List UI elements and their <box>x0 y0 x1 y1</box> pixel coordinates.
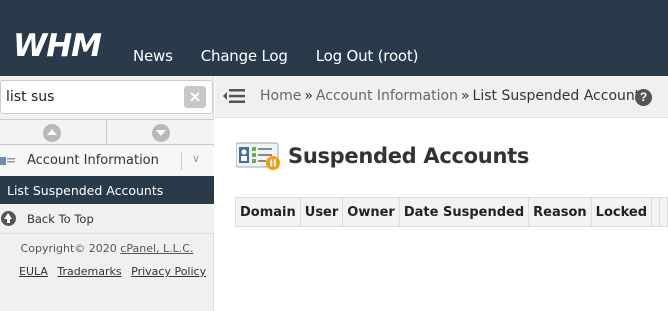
chevron-up-icon <box>47 129 57 135</box>
top-nav: News Change Log Log Out (root) <box>133 47 446 65</box>
expand-all-button[interactable] <box>152 124 170 142</box>
breadcrumb-separator: » <box>304 88 313 104</box>
breadcrumb-current: List Suspended Accounts <box>472 88 648 104</box>
breadcrumb-account-information[interactable]: Account Information <box>316 88 458 104</box>
arrow-up-icon <box>1 211 16 226</box>
search-input[interactable] <box>6 87 176 107</box>
column-header-user[interactable]: User <box>299 197 344 227</box>
svg-text:WHM: WHM <box>13 28 102 62</box>
account-info-icon <box>0 157 15 165</box>
top-header: WHM News Change Log Log Out (root) <box>0 0 668 76</box>
privacy-policy-link[interactable]: Privacy Policy <box>131 265 206 278</box>
help-icon[interactable]: ? <box>635 89 652 106</box>
breadcrumb-home[interactable]: Home <box>260 88 301 104</box>
nav-change-log-link[interactable]: Change Log <box>201 47 288 65</box>
copyright: Copyright© 2020 cPanel, L.L.C. <box>0 242 214 255</box>
trademarks-link[interactable]: Trademarks <box>57 265 121 278</box>
column-header-actions <box>650 197 661 227</box>
cpanel-link[interactable]: cPanel, L.L.C. <box>120 242 193 255</box>
chevron-down-icon[interactable]: ∨ <box>192 152 200 165</box>
whm-logo[interactable]: WHM <box>13 28 113 62</box>
sidebar-category-label: Account Information <box>27 153 159 168</box>
back-to-top-label: Back To Top <box>27 212 94 226</box>
breadcrumb: Home» Account Information» List Suspended … <box>260 88 648 104</box>
eula-link[interactable]: EULA <box>19 265 48 278</box>
nav-news-link[interactable]: News <box>133 47 173 65</box>
column-header-date-suspended[interactable]: Date Suspended <box>398 197 530 227</box>
breadcrumb-separator: » <box>460 88 470 104</box>
column-header-locked[interactable]: Locked <box>590 197 653 227</box>
sidebar: × Account Information ∨ List Suspended A… <box>0 76 214 311</box>
menu-toggle-icon[interactable] <box>223 87 245 105</box>
divider <box>106 120 107 146</box>
column-header-owner[interactable]: Owner <box>342 197 400 227</box>
sidebar-item-label: List Suspended Accounts <box>7 183 164 198</box>
chevron-down-icon <box>156 130 166 136</box>
collapse-all-button[interactable] <box>43 124 61 142</box>
back-to-top-link[interactable]: Back To Top <box>0 204 214 234</box>
divider <box>181 152 182 170</box>
suspended-accounts-icon <box>236 142 280 170</box>
close-icon[interactable]: × <box>184 86 206 108</box>
suspended-accounts-table: Domain User Owner Date Suspended Reason … <box>235 197 668 227</box>
table-header-row: Domain User Owner Date Suspended Reason … <box>235 197 668 227</box>
collapse-controls <box>0 119 214 146</box>
column-header-reason[interactable]: Reason <box>528 197 592 227</box>
search-box: × <box>0 80 213 114</box>
page-title: Suspended Accounts <box>288 144 530 168</box>
breadcrumb-bar: Home» Account Information» List Suspended … <box>215 76 668 118</box>
sidebar-category-account-information[interactable]: Account Information ∨ <box>0 146 214 176</box>
copyright-prefix: Copyright© 2020 <box>20 242 121 255</box>
column-header-extra <box>659 197 668 227</box>
nav-logout-link[interactable]: Log Out (root) <box>316 47 419 65</box>
sidebar-item-list-suspended-accounts[interactable]: List Suspended Accounts <box>0 176 214 204</box>
footer-links: EULA Trademarks Privacy Policy <box>19 265 212 278</box>
column-header-domain[interactable]: Domain <box>235 197 301 227</box>
